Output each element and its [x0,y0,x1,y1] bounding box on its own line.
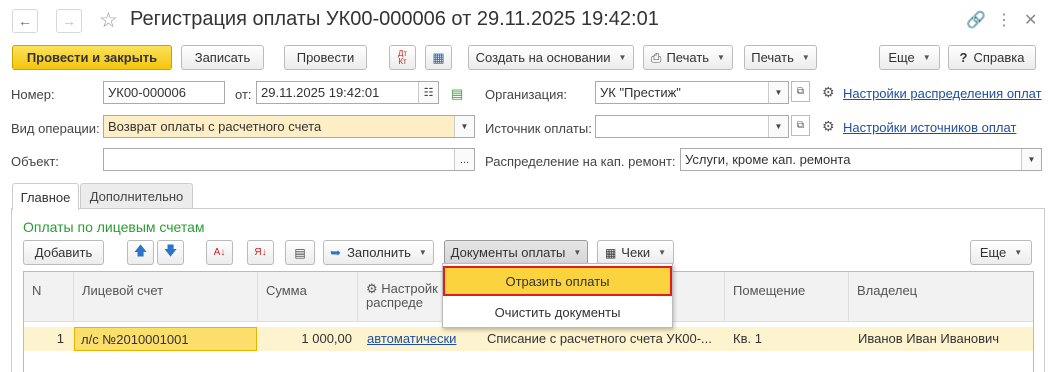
post-and-close-button[interactable]: Провести и закрыть [12,45,172,70]
fill-button[interactable]: ➥ Заполнить ▼ [323,240,434,265]
tab-additional[interactable]: Дополнительно [80,183,193,209]
table-more-button[interactable]: Еще ▼ [970,240,1032,265]
post-status-icon: ▤ [451,86,464,101]
payment-docs-menu: Отразить оплаты Очистить документы [442,263,673,328]
sort-ascending-icon: А↓ [213,247,226,258]
chevron-down-icon: ▼ [418,248,427,257]
chevron-down-icon: ▼ [573,248,582,257]
menu-item-clear-documents[interactable]: Очистить документы [443,297,672,327]
gear-icon: ⚙ [366,281,378,296]
more-vertical-icon[interactable]: ⋮ [996,10,1012,30]
print-button-1[interactable]: ⎙ Печать ▼ [643,45,733,70]
chevron-down-icon: ▼ [618,53,627,62]
help-button[interactable]: ? Справка [948,45,1036,70]
menu-item-reflect-payments[interactable]: Отразить оплаты [443,266,672,296]
open-window-icon: ⧉ [796,120,805,131]
operation-type-label: Вид операции: [11,121,100,136]
cell-n: 1 [56,331,64,346]
open-source-button[interactable]: ⧉ [791,115,810,136]
select-button[interactable]: ... [454,149,474,170]
cell-premises: Кв. 1 [733,331,762,346]
page-title: Регистрация оплаты УК00-000006 от 29.11.… [130,8,659,30]
open-window-icon: ⧉ [796,86,805,97]
close-icon[interactable]: ✕ [1024,10,1037,30]
cash-register-icon: ▦ [604,245,617,260]
payment-source-field[interactable]: ▼ [595,115,789,138]
dt-kt-button[interactable]: Дт Кт [389,45,416,70]
cell-account[interactable]: л/с №2010001001 [74,327,257,351]
column-header-premises[interactable]: Помещение [725,272,849,322]
chevron-down-icon[interactable]: ▼ [454,116,474,137]
gear-icon: ⚙ [822,84,835,100]
cell-settings-link[interactable]: автоматически [361,327,479,351]
object-label: Объект: [11,154,59,169]
distribution-label: Распределение на кап. ремонт: [485,154,676,169]
column-header-account[interactable]: Лицевой счет [74,272,258,322]
sort-asc-button[interactable]: А↓ [206,240,233,265]
cell-document[interactable]: Списание с расчетного счета УК00-... [481,327,725,351]
structure-button[interactable]: ▦ [425,45,452,70]
arrow-down-icon: 🡇 [163,242,178,258]
organization-label: Организация: [485,87,568,102]
print-button-2[interactable]: Печать ▼ [744,45,817,70]
sort-descending-icon: Я↓ [254,247,267,258]
sources-settings-link[interactable]: Настройки источников оплат [843,120,1016,135]
distribution-field[interactable]: Услуги, кроме кап. ремонта ▼ [680,148,1042,171]
back-button[interactable]: ← [12,9,38,33]
cell-owner: Иванов Иван Иванович [858,331,1000,346]
arrow-left-icon: ← [18,13,32,29]
date-label: от: [235,87,252,102]
checks-button[interactable]: ▦ Чеки ▼ [597,240,674,265]
column-header-sum[interactable]: Сумма [258,272,358,322]
chevron-down-icon: ▼ [658,248,667,257]
chevron-down-icon[interactable]: ▼ [1021,149,1041,170]
column-header-owner[interactable]: Владелец [849,272,1033,322]
payment-source-label: Источник оплаты: [485,121,592,136]
write-button[interactable]: Записать [181,45,264,70]
arrow-up-icon: 🡅 [133,242,148,258]
payment-docs-button[interactable]: Документы оплаты ▼ [444,240,588,265]
post-button[interactable]: Провести [284,45,367,70]
chevron-down-icon[interactable]: ▼ [768,82,788,103]
section-title: Оплаты по лицевым счетам [23,219,205,235]
gear-icon: ⚙ [822,118,835,134]
printer-icon: ⎙ [651,49,662,65]
forward-button[interactable]: → [56,9,82,33]
chevron-down-icon: ▼ [922,53,931,62]
open-organization-button[interactable]: ⧉ [791,81,810,102]
barcode-button[interactable]: ▤ [285,240,315,265]
help-icon: ? [959,50,968,65]
add-button[interactable]: Добавить [23,240,104,265]
distribution-settings-link[interactable]: Настройки распределения оплат [843,86,1042,101]
dt-kt-icon: Дт Кт [397,48,408,66]
barcode-icon: ▤ [294,245,306,260]
create-based-on-button[interactable]: Создать на основании ▼ [468,45,634,70]
more-button[interactable]: Еще ▼ [879,45,940,70]
arrow-right-icon: → [62,13,76,29]
move-down-button[interactable]: 🡇 [157,240,184,265]
table-row[interactable]: 1 л/с №2010001001 1 000,00 автоматически… [24,327,1033,351]
date-field[interactable]: 29.11.2025 19:42:01 ☷ [256,81,439,104]
chevron-down-icon: ▼ [801,53,810,62]
number-field[interactable]: УК00-000006 [103,81,225,104]
cell-sum: 1 000,00 [301,331,352,346]
number-label: Номер: [11,87,55,102]
tab-main[interactable]: Главное [12,183,79,210]
object-field[interactable]: ... [103,148,475,171]
operation-type-field[interactable]: Возврат оплаты с расчетного счета ▼ [103,115,475,138]
document-structure-icon: ▦ [432,49,445,65]
chevron-down-icon[interactable]: ▼ [768,116,788,137]
calendar-icon[interactable]: ☷ [418,82,438,103]
column-header-n[interactable]: N [24,272,74,322]
favorite-star-icon[interactable]: ☆ [99,8,118,33]
move-up-button[interactable]: 🡅 [127,240,154,265]
chevron-down-icon: ▼ [1014,248,1023,257]
sort-desc-button[interactable]: Я↓ [247,240,274,265]
chevron-down-icon: ▼ [717,53,725,62]
link-icon[interactable]: 🔗 [966,10,986,30]
organization-field[interactable]: УК "Престиж" ▼ [595,81,789,104]
fill-arrow-icon: ➥ [330,244,342,260]
